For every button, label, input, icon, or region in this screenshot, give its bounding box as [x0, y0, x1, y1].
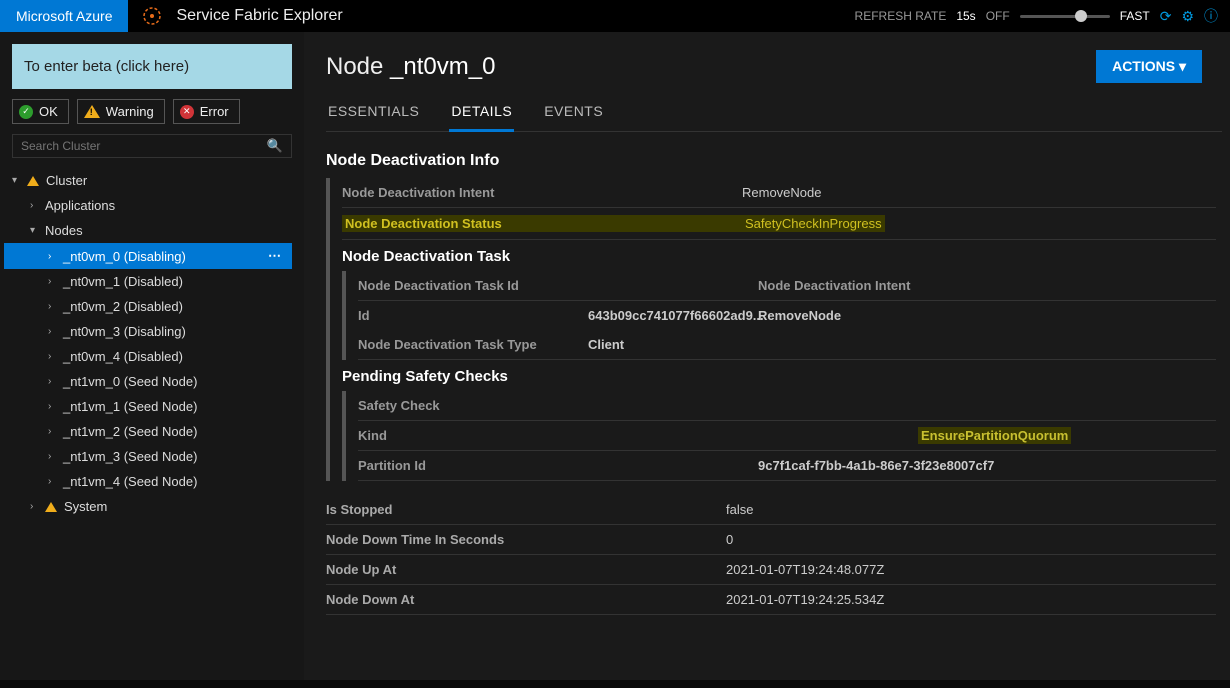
actions-button[interactable]: ACTIONS ▾ — [1096, 50, 1202, 83]
safety-check-label: Safety Check — [358, 398, 758, 413]
tree-node-item[interactable]: ›_nt0vm_0 (Disabling)⋯ — [4, 243, 292, 269]
deact-task-heading: Node Deactivation Task — [342, 248, 1216, 265]
tree-node-item[interactable]: ›_nt0vm_1 (Disabled) — [4, 269, 292, 294]
tab-details[interactable]: DETAILS — [449, 99, 514, 132]
product-title: Service Fabric Explorer — [176, 7, 342, 25]
downtime-label: Node Down Time In Seconds — [326, 532, 726, 547]
deact-intent-value: RemoveNode — [742, 185, 822, 200]
search-cluster[interactable]: 🔍 — [12, 134, 292, 158]
page-title: Node _nt0vm_0 — [326, 53, 495, 81]
azure-brand[interactable]: Microsoft Azure — [0, 0, 128, 32]
is-stopped-value: false — [726, 502, 753, 517]
safety-kind-label: Kind — [358, 428, 918, 443]
task-col-id: Node Deactivation Task Id — [358, 278, 758, 293]
tree-node-item[interactable]: ›_nt0vm_3 (Disabling) — [4, 319, 292, 344]
tree-system[interactable]: ›System — [4, 494, 292, 519]
node-down-at-value: 2021-01-07T19:24:25.534Z — [726, 592, 884, 607]
tree-node-item[interactable]: ›_nt0vm_4 (Disabled) — [4, 344, 292, 369]
nav-tree: ▾Cluster ›Applications ▾Nodes ›_nt0vm_0 … — [4, 168, 292, 680]
tree-cluster[interactable]: ▾Cluster — [4, 168, 292, 193]
tree-node-item[interactable]: ›_nt1vm_3 (Seed Node) — [4, 444, 292, 469]
details-scroll[interactable]: Node Deactivation Info Node Deactivation… — [326, 146, 1222, 666]
search-icon[interactable]: 🔍 — [267, 138, 283, 154]
task-type-value: Client — [588, 330, 758, 359]
task-col-intent: Node Deactivation Intent — [758, 278, 910, 293]
is-stopped-label: Is Stopped — [326, 502, 726, 517]
task-type-label: Node Deactivation Task Type — [358, 330, 588, 359]
safety-kind-value: EnsurePartitionQuorum — [918, 427, 1071, 444]
task-id-value: 643b09cc741077f66602ad9... — [588, 301, 758, 330]
tree-applications[interactable]: ›Applications — [4, 193, 292, 218]
tree-node-item[interactable]: ›_nt1vm_0 (Seed Node) — [4, 369, 292, 394]
deact-intent-label: Node Deactivation Intent — [342, 185, 742, 200]
gear-icon[interactable]: ⚙ — [1181, 8, 1194, 25]
refresh-icon[interactable]: ⟳ — [1160, 8, 1172, 25]
refresh-rate-value: 15s — [956, 9, 975, 23]
tree-nodes[interactable]: ▾Nodes — [4, 218, 292, 243]
refresh-fast-label: FAST — [1120, 9, 1150, 23]
sidebar: To enter beta (click here) ✓OK Warning ✕… — [0, 32, 304, 680]
warning-icon — [45, 502, 57, 512]
tree-node-item[interactable]: ›_nt0vm_2 (Disabled) — [4, 294, 292, 319]
more-icon[interactable]: ⋯ — [268, 248, 288, 264]
main-panel: Node _nt0vm_0 ACTIONS ▾ ESSENTIALS DETAI… — [304, 32, 1230, 680]
sf-logo-icon — [136, 0, 168, 32]
filter-warning-button[interactable]: Warning — [77, 99, 165, 124]
tab-events[interactable]: EVENTS — [542, 99, 605, 131]
chevron-down-icon: ▾ — [1179, 58, 1186, 74]
tree-node-item[interactable]: ›_nt1vm_4 (Seed Node) — [4, 469, 292, 494]
tree-node-item[interactable]: ›_nt1vm_1 (Seed Node) — [4, 394, 292, 419]
refresh-rate-label: REFRESH RATE — [855, 9, 947, 23]
node-down-at-label: Node Down At — [326, 592, 726, 607]
search-input[interactable] — [21, 139, 267, 153]
filter-error-button[interactable]: ✕Error — [173, 99, 240, 124]
safety-partition-value: 9c7f1caf-f7bb-4a1b-86e7-3f23e8007cf7 — [758, 458, 994, 473]
deact-status-label: Node Deactivation Status — [342, 215, 742, 232]
node-up-at-value: 2021-01-07T19:24:48.077Z — [726, 562, 884, 577]
tab-essentials[interactable]: ESSENTIALS — [326, 99, 421, 131]
info-icon[interactable]: ⓘ — [1204, 6, 1218, 26]
task-intent-value: RemoveNode — [758, 301, 1216, 330]
downtime-value: 0 — [726, 532, 733, 547]
beta-banner[interactable]: To enter beta (click here) — [12, 44, 292, 89]
refresh-off-label: OFF — [986, 9, 1010, 23]
tree-node-item[interactable]: ›_nt1vm_2 (Seed Node) — [4, 419, 292, 444]
tabs: ESSENTIALS DETAILS EVENTS — [326, 99, 1222, 132]
refresh-slider[interactable] — [1020, 15, 1110, 18]
deactivation-info-heading: Node Deactivation Info — [326, 152, 1216, 170]
task-id-label: Id — [358, 301, 588, 330]
warning-icon — [27, 176, 39, 186]
footer-bar — [0, 680, 1230, 688]
safety-heading: Pending Safety Checks — [342, 368, 1216, 385]
safety-partition-label: Partition Id — [358, 458, 758, 473]
topbar: Microsoft Azure Service Fabric Explorer … — [0, 0, 1230, 32]
filter-ok-button[interactable]: ✓OK — [12, 99, 69, 124]
deact-status-value: SafetyCheckInProgress — [742, 215, 885, 232]
node-up-at-label: Node Up At — [326, 562, 726, 577]
